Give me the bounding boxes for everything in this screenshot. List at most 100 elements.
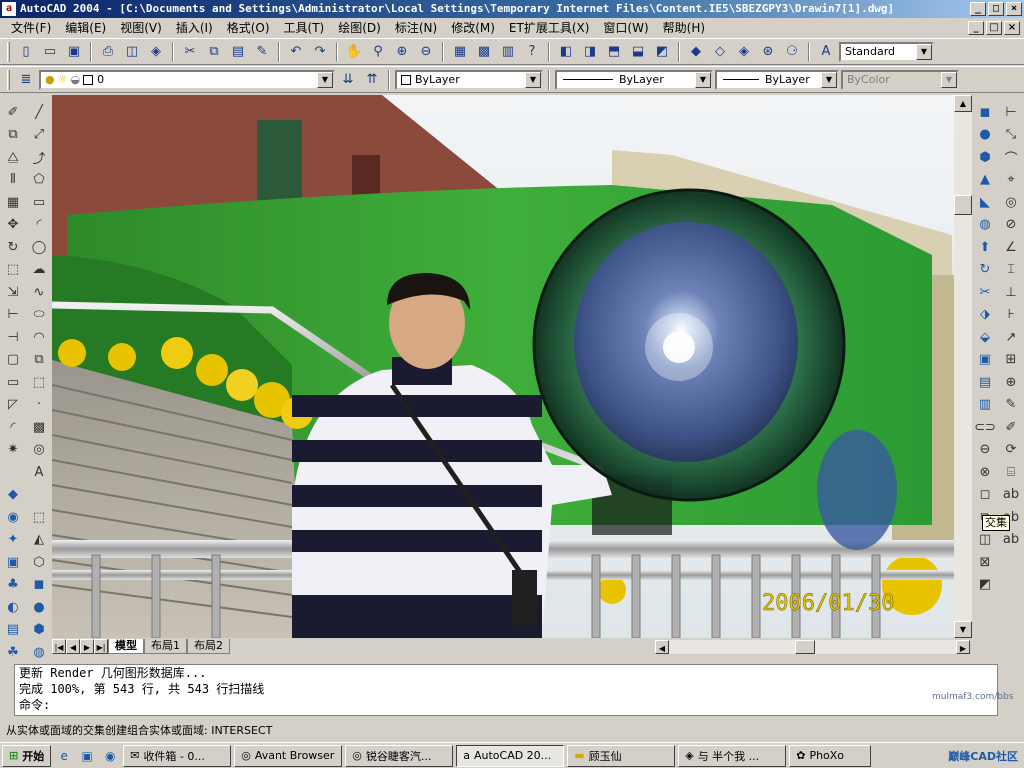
light-icon[interactable]: ✦	[0, 529, 26, 552]
chevron-down-icon[interactable]: ▼	[916, 43, 932, 60]
task-chat[interactable]: ◈ 与 半个我 ...	[678, 744, 787, 767]
scroll-right-button[interactable]: ▶	[956, 640, 970, 654]
redo-icon[interactable]: ↷	[309, 41, 331, 63]
wedge-solid-icon[interactable]: ◣	[972, 191, 998, 214]
setup-view-icon[interactable]: ▤	[972, 371, 998, 394]
view-front-icon[interactable]: ◨	[579, 41, 601, 63]
gouraud-icon[interactable]: ◈	[733, 41, 755, 63]
rectangle-icon[interactable]: ▭	[26, 191, 52, 214]
task-blog[interactable]: ◎ 锐谷睫客汽...	[345, 744, 454, 767]
new-icon[interactable]: ▯	[15, 41, 37, 63]
revcloud-icon[interactable]: ☁	[26, 259, 52, 282]
hatch-icon[interactable]: ▩	[26, 416, 52, 439]
aligned-dim-icon[interactable]: ⤡	[998, 124, 1024, 147]
chevron-down-icon[interactable]: ▼	[525, 71, 541, 88]
view-iso-icon[interactable]: ⬒	[603, 41, 625, 63]
undo-icon[interactable]: ↶	[285, 41, 307, 63]
erase-icon[interactable]: ✐	[0, 101, 26, 124]
toolbar-grip[interactable]	[7, 41, 10, 62]
spline-icon[interactable]: ∿	[26, 281, 52, 304]
dimtedit-icon[interactable]: ✐	[998, 416, 1024, 439]
doc-close-button[interactable]: ×	[1004, 21, 1020, 35]
layer-manager-icon[interactable]: ≣	[15, 69, 37, 91]
cylinder-solid-icon[interactable]: ⬢	[972, 146, 998, 169]
tab-model[interactable]: 模型	[108, 639, 144, 654]
diameter-dim-icon[interactable]: ⊘	[998, 214, 1024, 237]
view-se-icon[interactable]: ◩	[651, 41, 673, 63]
layer-previous-icon[interactable]: ⇈	[361, 69, 383, 91]
background-icon[interactable]: ▤	[0, 619, 26, 642]
tab-first-button[interactable]: |◀	[52, 639, 66, 654]
save-icon[interactable]: ▣	[63, 41, 85, 63]
view-top-icon[interactable]: ◧	[555, 41, 577, 63]
cube-blue-icon[interactable]: ◼	[26, 574, 52, 597]
cut-icon[interactable]: ✂	[179, 41, 201, 63]
box-icon[interactable]: ◼	[972, 101, 998, 124]
offset-faces-icon[interactable]: ◫	[972, 529, 998, 552]
point-icon[interactable]: ·	[26, 394, 52, 417]
scale-icon[interactable]: ⬚	[0, 259, 26, 282]
menu-dimension[interactable]: 标注(N)	[388, 18, 444, 38]
linetype-select[interactable]: ByLayer ▼	[555, 69, 713, 90]
copy-object-icon[interactable]: ⧉	[0, 124, 26, 147]
scroll-thumb[interactable]	[954, 195, 972, 215]
print-icon[interactable]: ⎙	[97, 41, 119, 63]
revolve-icon[interactable]: ↻	[972, 259, 998, 282]
offset-icon[interactable]: ⫴	[0, 169, 26, 192]
slice-icon[interactable]: ✂	[972, 281, 998, 304]
menu-express[interactable]: ET扩展工具(X)	[502, 18, 597, 38]
tab-layout1[interactable]: 布局1	[144, 639, 187, 654]
quick-dim-icon[interactable]: ⌶	[998, 259, 1024, 282]
horizontal-scrollbar[interactable]: ◀ ▶	[655, 640, 970, 654]
extrude-icon[interactable]: ⬆	[972, 236, 998, 259]
polyline-icon[interactable]: ⤴	[26, 146, 52, 169]
fog-icon[interactable]: ◐	[0, 596, 26, 619]
tolerance-icon[interactable]: ⊞	[998, 349, 1024, 372]
paste-icon[interactable]: ▤	[227, 41, 249, 63]
tab-layout2[interactable]: 布局2	[187, 639, 230, 654]
chevron-down-icon[interactable]: ▼	[317, 71, 333, 88]
scene-icon[interactable]: ◉	[0, 506, 26, 529]
find-icon[interactable]: ab	[998, 529, 1024, 552]
menu-modify[interactable]: 修改(M)	[444, 18, 502, 38]
delete-faces-icon[interactable]: ⊠	[972, 551, 998, 574]
center-mark-icon[interactable]: ⊕	[998, 371, 1024, 394]
region-icon[interactable]: ◎	[26, 439, 52, 462]
line-icon[interactable]: ╱	[26, 101, 52, 124]
setup-drawing-icon[interactable]: ▣	[972, 349, 998, 372]
interfere-icon[interactable]: ⬙	[972, 326, 998, 349]
xline-icon[interactable]: ⤢	[26, 124, 52, 147]
cylinder-icon[interactable]: ⬢	[26, 619, 52, 642]
dimstyle-icon[interactable]: ⌸	[998, 461, 1024, 484]
pan-icon[interactable]: ✋	[343, 41, 365, 63]
tab-next-button[interactable]: ▶	[80, 639, 94, 654]
properties-icon[interactable]: ▦	[449, 41, 471, 63]
chevron-down-icon[interactable]: ▼	[695, 71, 711, 88]
ordinate-dim-icon[interactable]: ⌖	[998, 169, 1024, 192]
command-prompt[interactable]: 命令:	[19, 697, 997, 713]
menu-tools[interactable]: 工具(T)	[277, 18, 332, 38]
menu-edit[interactable]: 编辑(E)	[58, 18, 113, 38]
ellipse-arc-icon[interactable]: ◠	[26, 326, 52, 349]
chevron-down-icon[interactable]: ▼	[821, 71, 837, 88]
help-icon[interactable]: ?	[521, 41, 543, 63]
camera-icon[interactable]: ⚆	[781, 41, 803, 63]
make-current-icon[interactable]: ⇊	[337, 69, 359, 91]
tab-prev-button[interactable]: ◀	[66, 639, 80, 654]
toolpalette-icon[interactable]: ▥	[497, 41, 519, 63]
task-folder[interactable]: ▬ 顾玉仙	[567, 744, 676, 767]
sphere-icon[interactable]: ●	[26, 596, 52, 619]
section-icon[interactable]: ⬗	[972, 304, 998, 327]
close-button[interactable]: ×	[1006, 2, 1022, 16]
flat-icon[interactable]: ◇	[709, 41, 731, 63]
vertical-scrollbar[interactable]: ▲ ▼	[954, 95, 972, 638]
solid-wedge-icon[interactable]: ◭	[26, 529, 52, 552]
menu-insert[interactable]: 插入(I)	[169, 18, 220, 38]
autocad-icon[interactable]: a	[2, 2, 16, 16]
make-block-icon[interactable]: ⬚	[26, 371, 52, 394]
command-history[interactable]: 更新 Render 几何图形数据库... 完成 100%, 第 543 行, 共…	[14, 664, 998, 716]
fillet-icon[interactable]: ◜	[0, 416, 26, 439]
material-icon[interactable]: ▣	[0, 551, 26, 574]
subtract-icon[interactable]: ⊖	[972, 439, 998, 462]
array-icon[interactable]: ▦	[0, 191, 26, 214]
